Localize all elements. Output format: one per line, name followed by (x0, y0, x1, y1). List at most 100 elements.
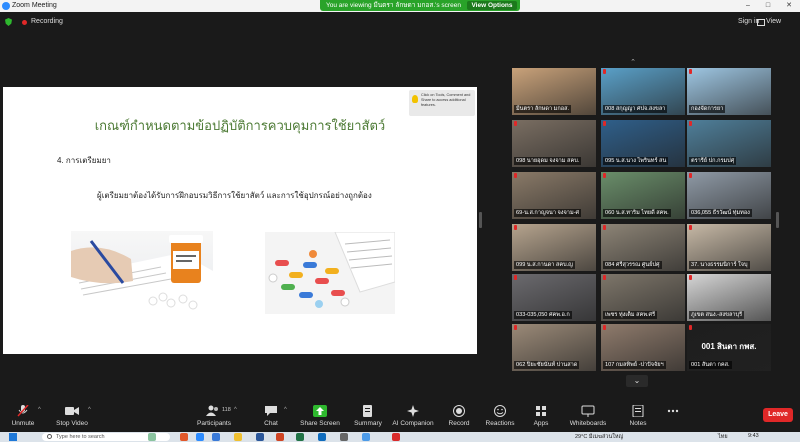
summary-document-icon (363, 405, 372, 417)
outlook-icon[interactable] (318, 433, 326, 441)
record-button[interactable]: Record (444, 403, 474, 431)
chat-bubble-icon (265, 406, 277, 416)
participant-display-name: 001 สินดา กพส. (701, 342, 757, 351)
participant-tile[interactable]: 37. นางธรรมนิการ์ ใจบุ (687, 224, 771, 271)
clock[interactable]: 9:43 (748, 432, 759, 441)
taskbar-app-icon[interactable] (362, 433, 370, 441)
participant-name: 033-035,050 ศคพ.อ.ก (514, 311, 572, 319)
participant-tile[interactable]: 060 น.ส.ทาริ่ม ไทยดี สคพ. (601, 172, 685, 219)
meeting-toolbar: ^ Unmute ^ Stop Video 118 ^ Participants (0, 400, 800, 432)
maximize-icon[interactable]: □ (758, 0, 778, 12)
pills-photo (265, 232, 395, 314)
gallery-page-down-icon[interactable]: ⌄ (626, 375, 648, 387)
word-icon[interactable] (256, 433, 264, 441)
muted-microphone-icon (603, 275, 606, 280)
participant-tile[interactable]: มีนตรา ลักษดา มกอส. (512, 68, 596, 115)
participant-tile[interactable]: กองจัดการยา (687, 68, 771, 115)
shield-icon[interactable] (5, 18, 12, 26)
view-button[interactable]: View (756, 18, 781, 26)
windows-start-icon[interactable] (9, 433, 17, 441)
participant-tile[interactable]: 033-035,050 ศคพ.อ.ก (512, 274, 596, 321)
participant-tile[interactable]: 062 ปิยะชัยนันท์ ปานสาด (512, 324, 596, 371)
recording-dot-icon (22, 20, 27, 25)
participants-icon (206, 405, 218, 416)
screen-share-banner: You are viewing มีนตรา ลักษดา มกอส.'s sc… (320, 0, 520, 11)
more-button[interactable] (664, 403, 682, 431)
windows-taskbar: Type here to search 29°C มีเมฆส่วนใหญ่ ไ… (0, 432, 800, 442)
gallery-page-up-icon[interactable]: ⌃ (626, 59, 640, 67)
taskbar-app-icon[interactable] (340, 433, 348, 441)
weather-status[interactable]: 29°C มีเมฆส่วนใหญ่ (575, 433, 623, 441)
taskbar-app-icon[interactable] (148, 433, 156, 441)
splitter-handle[interactable] (479, 212, 482, 228)
participant-tile[interactable]: 098 นายอุดม จงจาม สคบ. (512, 120, 596, 167)
recording-status[interactable]: Recording (31, 18, 63, 26)
participant-tile[interactable]: 008 สกุญญา ศปจ.สงขลา (601, 68, 685, 115)
participant-tile[interactable]: 69-น.ส.กาญจนา จงจาม-ศ (512, 172, 596, 219)
file-explorer-icon[interactable] (234, 433, 242, 441)
stop-video-label: Stop Video (56, 420, 88, 427)
record-icon (453, 405, 465, 417)
notes-icon (632, 405, 644, 417)
leave-button[interactable]: Leave (763, 408, 793, 422)
participants-button[interactable]: 118 ^ Participants (192, 403, 237, 431)
participant-tile[interactable]: 084 ศรีสุวรรณ ศูนย์ปศุ (601, 224, 685, 271)
more-dots-icon (667, 409, 679, 413)
participant-tile[interactable]: 099 น.ส.กานดา สคบ.ญ (512, 224, 596, 271)
stop-video-button[interactable]: ^ Stop Video (52, 403, 92, 431)
chat-button[interactable]: ^ Chat (258, 403, 287, 431)
acrobat-icon[interactable] (392, 433, 400, 441)
reactions-button[interactable]: Reactions (484, 403, 516, 431)
powerpoint-icon[interactable] (276, 433, 284, 441)
notes-button[interactable]: Notes (624, 403, 652, 431)
prescription-illustration (71, 235, 213, 313)
close-icon[interactable]: ✕ (779, 0, 799, 12)
participant-name: ภูเขต สนง.-สงขลาบุรี (689, 311, 745, 319)
excel-icon[interactable] (296, 433, 304, 441)
share-screen-icon (313, 405, 327, 417)
muted-microphone-icon (17, 405, 29, 417)
input-language[interactable]: ไทย (718, 433, 728, 441)
muted-microphone-icon (689, 325, 692, 330)
ai-companion-button[interactable]: AI Companion (392, 403, 434, 431)
whiteboards-button[interactable]: Whiteboards (566, 403, 610, 431)
view-options-button[interactable]: View Options (467, 1, 517, 10)
participants-chevron-icon[interactable]: ^ (234, 407, 237, 413)
participant-tile[interactable]: ภูเขต สนง.-สงขลาบุรี (687, 274, 771, 321)
participant-tile[interactable]: ตรารีย์ ปก.กรมปศุ (687, 120, 771, 167)
muted-microphone-icon (514, 121, 517, 126)
apps-button[interactable]: Apps (528, 403, 554, 431)
edge-browser-icon[interactable] (212, 433, 220, 441)
participant-tile[interactable]: เพชร ทุ่งเต็ม สคพ.ศรี (601, 274, 685, 321)
chat-chevron-icon[interactable]: ^ (284, 407, 287, 413)
window-title: Zoom Meeting (12, 2, 57, 9)
muted-microphone-icon (689, 173, 692, 178)
summary-button[interactable]: Summary (352, 403, 384, 431)
acrobat-tooltip[interactable]: Click on Tools, Comment and Share to acc… (409, 90, 475, 116)
muted-microphone-icon (603, 69, 606, 74)
minimize-icon[interactable]: – (738, 0, 758, 12)
muted-microphone-icon (603, 225, 606, 230)
participant-name: 099 น.ส.กานดา สคบ.ญ (514, 261, 575, 269)
lightbulb-icon (412, 95, 418, 103)
participant-tile[interactable]: 001 สินดา กพส. 001 สันตา กคส. (687, 324, 771, 371)
participant-tile[interactable]: 095 น.ส.นาง ไพรินทร์ สน (601, 120, 685, 167)
smiley-icon (494, 405, 506, 417)
chat-label: Chat (264, 420, 278, 427)
video-options-chevron-icon[interactable]: ^ (88, 407, 91, 413)
audio-options-chevron-icon[interactable]: ^ (38, 407, 41, 413)
participant-tile[interactable]: 107 กมลทิพย์ -ปาปัจจัยฯ (601, 324, 685, 371)
search-icon (47, 434, 52, 439)
slide-body: ผู้เตรียมยาต้องได้รับการฝึกอบรมวิธีการใช… (97, 191, 372, 200)
muted-microphone-icon (514, 275, 517, 280)
brave-browser-icon[interactable] (180, 433, 188, 441)
participant-name: 084 ศรีสุวรรณ ศูนย์ปศุ (603, 261, 662, 269)
gallery-resize-handle[interactable] (776, 212, 779, 228)
apps-label: Apps (533, 420, 549, 427)
whiteboard-icon (581, 405, 595, 417)
share-screen-label: Share Screen (300, 420, 340, 427)
share-screen-button[interactable]: Share Screen (300, 403, 340, 431)
participant-tile[interactable]: 036,055 ธีรวัฒน์ ทุ่มทอง (687, 172, 771, 219)
unmute-button[interactable]: ^ Unmute (6, 403, 41, 431)
zoom-taskbar-icon[interactable] (196, 433, 204, 441)
